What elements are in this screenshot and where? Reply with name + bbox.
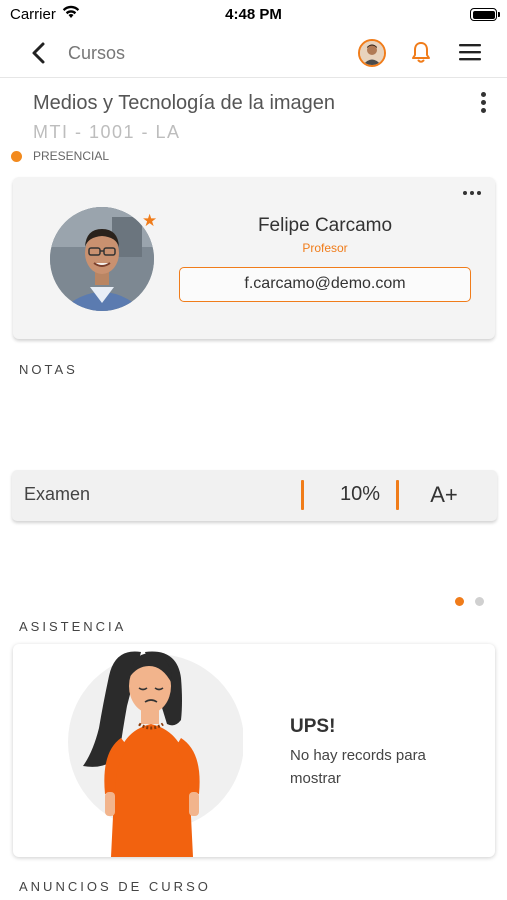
bell-icon[interactable] <box>410 40 432 64</box>
nav-title[interactable]: Cursos <box>68 43 125 64</box>
clock: 4:48 PM <box>225 6 282 23</box>
empty-state-title: UPS! <box>290 716 336 737</box>
empty-state-message: No hay records para mostrar <box>290 747 426 787</box>
teacher-email-button[interactable]: f.carcamo@demo.com <box>179 267 471 302</box>
more-options-icon[interactable] <box>478 92 488 116</box>
grade-separator <box>301 480 304 510</box>
teacher-role: Profesor <box>302 241 348 255</box>
status-bar: Carrier 4:48 PM <box>0 0 507 30</box>
course-title: Medios y Tecnología de la imagen <box>33 92 336 114</box>
attendance-section-title: ASISTENCIA <box>19 619 127 634</box>
star-icon: ★ <box>142 211 158 230</box>
grade-name: Examen <box>24 484 91 504</box>
grades-section-title: NOTAS <box>19 362 78 377</box>
modality-label: PRESENCIAL <box>33 149 110 163</box>
grade-separator <box>396 480 399 510</box>
hamburger-menu-icon[interactable] <box>458 42 482 62</box>
back-arrow-icon[interactable] <box>26 39 54 67</box>
grade-weight: 10% <box>339 483 381 505</box>
grade-row[interactable]: Examen 10% A+ <box>12 470 497 521</box>
modality-dot <box>11 151 22 162</box>
sad-person-illustration <box>68 651 243 857</box>
page-indicator[interactable] <box>455 597 484 606</box>
user-avatar[interactable] <box>358 39 386 67</box>
attendance-card: UPS! No hay records para mostrar <box>13 644 495 857</box>
page-dot[interactable] <box>475 597 484 606</box>
battery-icon <box>470 8 500 21</box>
teacher-options-icon[interactable] <box>463 191 481 195</box>
teacher-card: ★ Felipe Carcamo Profesor f.carcamo@demo… <box>13 177 495 339</box>
teacher-name: Felipe Carcamo <box>257 215 393 236</box>
announcements-section-title: ANUNCIOS DE CURSO <box>19 879 211 894</box>
page-dot-active[interactable] <box>455 597 464 606</box>
course-code: MTI - 1001 - LA <box>33 122 181 142</box>
navigation-bar: Cursos <box>0 30 507 78</box>
grade-value: A+ <box>430 482 458 507</box>
teacher-photo <box>50 207 154 311</box>
